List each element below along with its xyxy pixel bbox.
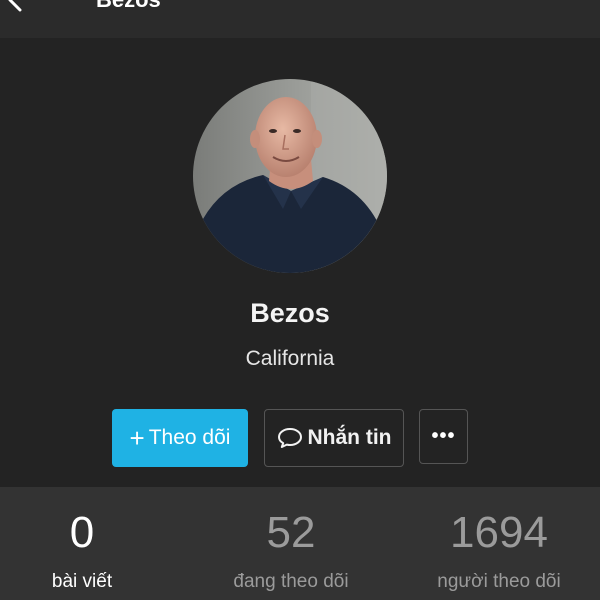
message-button-label: Nhắn tin xyxy=(307,426,392,449)
profile-location: California xyxy=(245,347,335,370)
profile-photo xyxy=(193,79,387,273)
chevron-left-icon[interactable] xyxy=(2,0,30,14)
posts-label: bài viết xyxy=(51,571,113,592)
chat-bubble-icon xyxy=(277,428,302,448)
profile-screen: Bezos California + Theo dõi Nhắn tin •••… xyxy=(0,0,600,600)
follow-button[interactable]: + Theo dõi xyxy=(112,409,248,467)
message-button[interactable]: Nhắn tin xyxy=(264,409,404,467)
following-label: đang theo dõi xyxy=(233,571,349,592)
page-title: Bezos xyxy=(96,0,161,13)
more-dots-icon: ••• xyxy=(431,425,456,447)
followers-label: người theo dõi xyxy=(437,571,561,592)
top-bar: Bezos xyxy=(0,0,600,38)
follow-button-label: Theo dõi xyxy=(148,426,231,449)
profile-name: Bezos xyxy=(250,298,330,328)
plus-icon: + xyxy=(129,423,145,453)
following-count: 52 xyxy=(266,508,316,557)
avatar[interactable] xyxy=(193,79,387,273)
more-options-button[interactable]: ••• xyxy=(419,409,468,464)
stats-bar: 0 bài viết 52 đang theo dõi 1694 người t… xyxy=(0,487,600,600)
followers-count: 1694 xyxy=(450,508,548,557)
posts-count: 0 xyxy=(69,508,95,557)
